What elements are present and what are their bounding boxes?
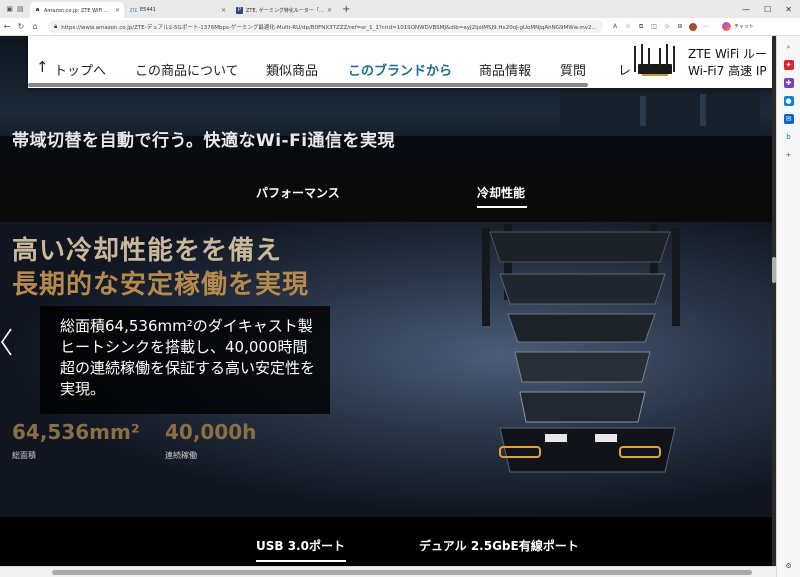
- split-screen-icon[interactable]: ◫: [650, 23, 658, 31]
- browser-tab-amazon[interactable]: a Amazon.co.jp: ZTE WiFi ルーター 無線... ✕: [30, 2, 124, 18]
- router-thumbnail-image[interactable]: [628, 42, 680, 82]
- hero-headline: 帯域切替を自動で行う。快適なWi-Fi通信を実現: [12, 131, 396, 151]
- games-icon[interactable]: ●: [783, 96, 794, 106]
- tab-title: ZTE, ゲーミング特化ルーター「ZTE Ima...: [246, 7, 324, 14]
- close-tab-icon[interactable]: ✕: [327, 7, 332, 14]
- outlook-icon[interactable]: ✉: [783, 114, 794, 124]
- new-tab-button[interactable]: +: [342, 2, 350, 18]
- profile-avatar-icon[interactable]: [689, 22, 697, 31]
- window-controls: — ☐ ✕: [742, 0, 800, 18]
- tab-cooling[interactable]: 冷却性能: [477, 184, 525, 201]
- cooling-feature-banner: 高い冷却性能をを備え 長期的な安定稼働を実現 総面積64,536mm²のダイキャ…: [0, 222, 772, 517]
- collections-icon[interactable]: ⊞: [676, 23, 684, 31]
- back-icon[interactable]: ←: [0, 22, 14, 31]
- port-feature-tabs: USB 3.0ポート デュアル 2.5GbE有線ポート: [0, 517, 772, 566]
- arrow-up-icon[interactable]: ↑: [36, 58, 49, 76]
- active-tab-indicator: [477, 206, 527, 208]
- tab-performance[interactable]: パフォーマンス: [256, 184, 340, 201]
- browser-sidebar: ⌕ ✦ ✚ ● ✉ b + ⚙: [776, 36, 800, 577]
- url-field[interactable]: 🔒︎ https://www.amazon.co.jp/ZTE-デュアル2-5G…: [48, 20, 603, 33]
- home-icon[interactable]: ⌂: [28, 22, 42, 31]
- tools-icon[interactable]: ✚: [783, 78, 794, 88]
- subnav-item-about[interactable]: この商品について: [135, 60, 239, 79]
- close-tab-icon[interactable]: ✕: [115, 7, 120, 14]
- subnav-item-product-info[interactable]: 商品情報: [479, 60, 531, 79]
- read-aloud-icon[interactable]: A: [611, 23, 619, 31]
- product-subnav: ↑ トップへ この商品について 類似商品 このブランドから 商品情報 質問 レ …: [28, 36, 772, 88]
- active-tab-indicator: [256, 560, 346, 562]
- favorite-star-icon[interactable]: ☆: [624, 23, 632, 31]
- stat-hours-label: 連続稼働: [165, 451, 197, 460]
- refresh-icon[interactable]: ↻: [14, 22, 28, 31]
- url-text: https://www.amazon.co.jp/ZTE-デュアル2-5Gポート…: [61, 24, 597, 31]
- feature-tabs: パフォーマンス 冷却性能: [0, 166, 772, 222]
- lock-icon: 🔒︎: [54, 22, 58, 30]
- cooling-description-box: 総面積64,536mm²のダイキャスト製ヒートシンクを搭載し、40,000時間超…: [40, 306, 330, 414]
- search-icon[interactable]: ⌕: [784, 42, 794, 52]
- subnav-scrollbar[interactable]: [28, 83, 588, 87]
- extensions-icon[interactable]: ⧉: [637, 23, 645, 31]
- bing-icon[interactable]: b: [784, 132, 794, 142]
- stat-area-label: 総面積: [12, 451, 36, 460]
- subnav-back-to-top[interactable]: トップへ: [54, 60, 106, 79]
- address-bar: ← ↻ ⌂ 🔒︎ https://www.amazon.co.jp/ZTE-デュ…: [0, 18, 800, 36]
- shopping-icon[interactable]: ✦: [783, 60, 794, 70]
- carousel-prev-arrow-icon[interactable]: [0, 327, 14, 357]
- copilot-icon: [722, 22, 731, 31]
- tab-dual-2-5gbe[interactable]: デュアル 2.5GbE有線ポート: [419, 537, 579, 554]
- browser-tab-e5441[interactable]: ZTE E5441 ✕: [126, 2, 230, 18]
- cooling-title-line-2: 長期的な安定稼働を実現: [12, 270, 310, 300]
- subnav-item-brand[interactable]: このブランドから: [348, 60, 452, 79]
- product-page: 帯域切替を自動で行う。快適なWi-Fi通信を実現 ↑ トップへ この商品について…: [0, 36, 772, 566]
- browser-tab-bar: ▣ ▤ a Amazon.co.jp: ZTE WiFi ルーター 無線... …: [0, 0, 800, 18]
- amazon-favicon-icon: a: [35, 7, 40, 13]
- zte-favicon-icon: ZTE: [129, 7, 138, 13]
- favorites-icon[interactable]: ✩: [663, 23, 671, 31]
- close-window-icon[interactable]: ✕: [785, 5, 792, 14]
- subnav-item-similar[interactable]: 類似商品: [266, 60, 318, 79]
- add-sidebar-app-icon[interactable]: +: [784, 150, 794, 160]
- tab-list-icon[interactable]: ▤: [17, 5, 24, 13]
- workspaces-icon[interactable]: ▣: [6, 5, 13, 13]
- sticky-product-title[interactable]: ZTE WiFi ルー Wi-Fi7 高速 IP: [688, 46, 767, 80]
- more-menu-icon[interactable]: ⋯: [702, 23, 710, 31]
- subnav-item-questions[interactable]: 質問: [560, 60, 586, 79]
- close-tab-icon[interactable]: ✕: [221, 7, 226, 14]
- tab-actions: ▣ ▤: [0, 0, 30, 18]
- tab-title: E5441: [140, 7, 156, 13]
- settings-gear-icon[interactable]: ⚙: [784, 561, 794, 571]
- minimize-icon[interactable]: —: [742, 5, 750, 14]
- product-title-line-2: Wi-Fi7 高速 IP: [688, 64, 767, 78]
- tab-title: Amazon.co.jp: ZTE WiFi ルーター 無線...: [44, 7, 112, 14]
- maximize-icon[interactable]: ☐: [764, 5, 771, 14]
- browser-tab-zte-news[interactable]: P ZTE, ゲーミング特化ルーター「ZTE Ima... ✕: [232, 2, 336, 18]
- exploded-router-illustration: [482, 224, 680, 473]
- copilot-button[interactable]: チャット: [722, 22, 754, 31]
- page-horizontal-scrollbar[interactable]: [0, 566, 776, 577]
- cooling-title: 高い冷却性能をを備え 長期的な安定稼働を実現: [12, 234, 309, 302]
- stat-hours-value: 40,000h: [165, 420, 257, 444]
- address-bar-icons: A ☆ ⧉ ◫ ✩ ⊞ ⋯: [611, 22, 710, 31]
- product-title-line-1: ZTE WiFi ルー: [688, 47, 768, 61]
- copilot-label: チャット: [734, 24, 754, 30]
- horizontal-scroll-thumb[interactable]: [52, 570, 752, 575]
- tab-usb3[interactable]: USB 3.0ポート: [256, 537, 345, 554]
- stat-area-value: 64,536mm²: [12, 420, 140, 444]
- p-favicon-icon: P: [236, 6, 243, 14]
- cooling-title-line-1: 高い冷却性能をを備え: [12, 236, 283, 266]
- cooling-description: 総面積64,536mm²のダイキャスト製ヒートシンクを搭載し、40,000時間超…: [60, 317, 316, 398]
